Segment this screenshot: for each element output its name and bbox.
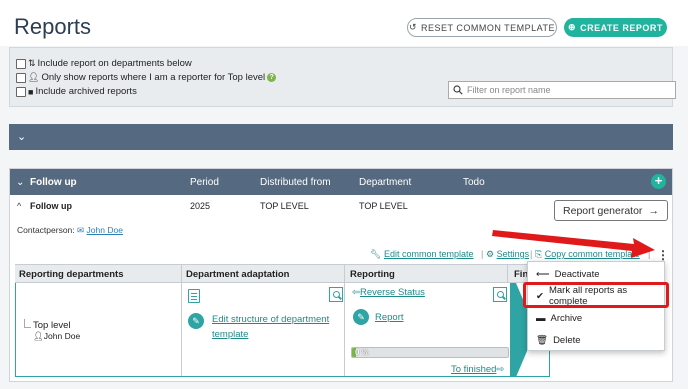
copy-icon: ⎘	[535, 249, 543, 259]
report-period: 2025	[190, 201, 211, 211]
menu-item-archive[interactable]: ▬ Archive	[528, 308, 664, 328]
copy-template-link[interactable]: Copy common template	[545, 249, 640, 259]
card-header: ⌄ Follow up Period Distributed from Depa…	[10, 169, 672, 195]
folder-icon: ▬	[536, 312, 546, 324]
arrow-right-icon: →	[648, 204, 659, 217]
report-title: Follow up	[30, 201, 72, 211]
edit-template-link[interactable]: Edit common template	[384, 249, 474, 259]
menu-item-label: Archive	[550, 312, 583, 324]
filter-label: Include archived reports	[35, 86, 137, 97]
contact-label: Contactperson:	[17, 225, 75, 235]
separator: |	[530, 249, 533, 259]
chevron-down-icon[interactable]: ⌄	[17, 130, 26, 143]
add-button[interactable]: +	[651, 174, 666, 189]
checkbox[interactable]	[16, 72, 26, 83]
gear-icon: ⚙	[486, 249, 495, 259]
pencil-icon: ✎	[353, 309, 369, 325]
to-finished-action[interactable]: To finished⇨	[451, 364, 504, 375]
collapsed-group-bar[interactable]: ⌄	[9, 124, 673, 150]
header-period: Period	[190, 177, 219, 188]
reset-label: RESET COMMON TEMPLATE	[421, 22, 556, 33]
checkbox[interactable]	[16, 58, 26, 69]
table-row: Top level 👤︎John Doe ✎ Edit structure of…	[15, 283, 550, 377]
reverse-status-action[interactable]: ⇦Reverse Status	[352, 287, 425, 298]
report-link[interactable]: Report	[375, 312, 404, 323]
menu-item-label: Delete	[553, 334, 581, 346]
contact-person: Contactperson: ✉ John Doe	[17, 225, 123, 236]
chevron-up-icon[interactable]: ^	[17, 201, 21, 211]
progress-bar: 0 %	[351, 347, 509, 358]
magnifier-document-icon[interactable]	[329, 287, 343, 302]
filter-include-departments[interactable]: ⇅ Include report on departments below	[16, 58, 192, 69]
settings-action[interactable]: ⚙ Settings	[486, 249, 529, 260]
edit-structure-link[interactable]: Edit structure of department template	[212, 312, 337, 342]
contact-link[interactable]: John Doe	[87, 225, 123, 235]
col-departments: Reporting departments	[19, 269, 124, 280]
copy-template-action[interactable]: ⎘ Copy common template	[535, 249, 640, 260]
create-label: CREATE REPORT	[580, 22, 663, 33]
filter-include-archived[interactable]: ■ Include archived reports	[16, 86, 137, 97]
header-distributed: Distributed from	[260, 177, 331, 188]
reverse-status-link[interactable]: Reverse Status	[360, 287, 425, 298]
user-icon: 👤︎	[28, 72, 40, 82]
filter-panel: ⇅ Include report on departments below 👤︎…	[9, 47, 676, 107]
header-todo: Todo	[463, 177, 485, 188]
create-report-button[interactable]: ⊕ CREATE REPORT	[564, 18, 667, 37]
chevron-down-icon[interactable]: ⌄	[16, 177, 24, 188]
progress-label: 0 %	[355, 348, 369, 357]
page-header: Reports ↺ RESET COMMON TEMPLATE ⊕ CREATE…	[0, 0, 688, 46]
arrow-left-icon: ⇦	[352, 287, 360, 298]
document-icon[interactable]	[188, 289, 200, 303]
header-department: Department	[359, 177, 412, 188]
tree-connector	[24, 319, 31, 328]
report-department: TOP LEVEL	[359, 201, 408, 211]
menu-item-label: Deactivate	[554, 268, 600, 280]
kebab-menu-icon[interactable]: ⋮	[657, 248, 669, 262]
page-title: Reports	[14, 14, 92, 39]
sort-icon: ⇅	[28, 58, 36, 68]
col-adaptation: Department adaptation	[186, 269, 290, 280]
menu-item-deactivate[interactable]: ⟵ Deactivate	[528, 264, 664, 284]
wrench-icon: 🔧︎	[370, 249, 382, 259]
highlight-box	[523, 282, 669, 308]
search-input[interactable]	[467, 85, 667, 95]
checkbox[interactable]	[16, 86, 26, 97]
filter-label: Only show reports where I am a reporter …	[41, 72, 266, 83]
menu-item-delete[interactable]: 🗑︎ Delete	[528, 330, 664, 350]
wrench-icon: ✎	[188, 313, 204, 329]
column-divider	[507, 264, 508, 283]
department-name: Top level	[33, 320, 71, 331]
help-icon[interactable]: ?	[267, 73, 277, 82]
settings-link[interactable]: Settings	[497, 249, 530, 259]
separator: |	[481, 249, 484, 259]
col-reporting: Reporting	[350, 269, 395, 280]
report-distributed: TOP LEVEL	[260, 201, 309, 211]
department-person: 👤︎John Doe	[33, 331, 81, 341]
report-generator-button[interactable]: Report generator →	[554, 200, 668, 221]
to-finished-link[interactable]: To finished	[451, 364, 496, 375]
search-icon	[453, 85, 463, 95]
filter-only-reporter[interactable]: 👤︎ Only show reports where I am a report…	[16, 72, 277, 83]
reset-icon: ↺	[408, 22, 417, 32]
search-box	[448, 81, 676, 99]
reset-common-template-button[interactable]: ↺ RESET COMMON TEMPLATE	[407, 18, 557, 37]
header-title: Follow up	[30, 177, 77, 188]
plus-circle-icon: ⊕	[568, 22, 577, 32]
generator-label: Report generator	[563, 204, 643, 217]
magnifier-document-icon[interactable]	[493, 287, 507, 302]
separator: |	[648, 249, 651, 259]
table-header: Reporting departments Department adaptat…	[15, 264, 550, 283]
arrow-left-icon: ⟵	[536, 268, 550, 280]
filter-label: Include report on departments below	[37, 58, 192, 69]
folder-icon: ■	[28, 86, 34, 97]
mail-icon: ✉	[77, 225, 85, 235]
user-icon: 👤︎	[33, 331, 44, 341]
trash-icon: 🗑︎	[536, 334, 549, 346]
arrow-right-icon: ⇨	[496, 364, 505, 375]
edit-template-action[interactable]: 🔧︎ Edit common template	[370, 249, 474, 260]
